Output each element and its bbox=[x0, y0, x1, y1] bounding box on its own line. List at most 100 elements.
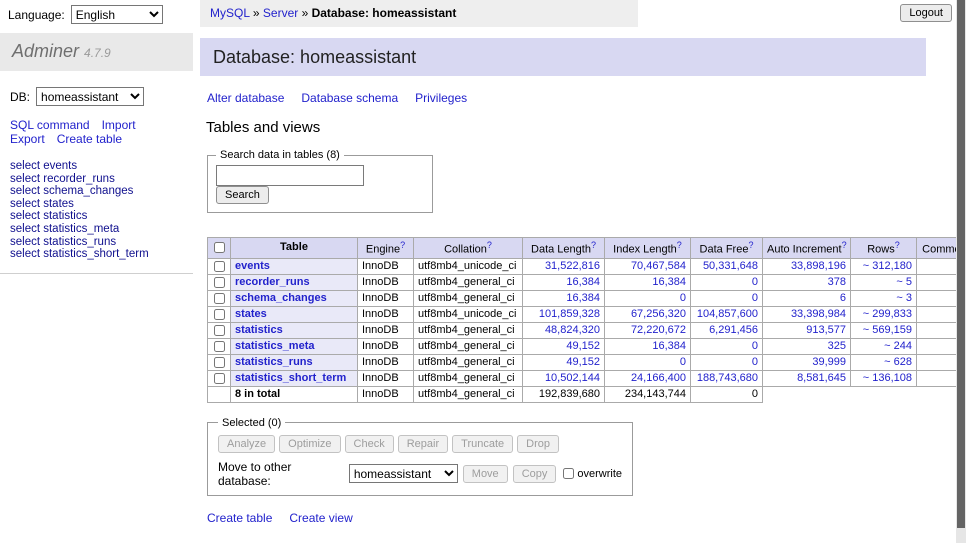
sidebar-link-select-schema-changes[interactable]: select schema_changes bbox=[10, 185, 193, 198]
row-checkbox-states[interactable] bbox=[214, 309, 225, 320]
index-length-link[interactable]: 67,256,320 bbox=[631, 308, 686, 320]
data-length-link[interactable]: 49,152 bbox=[566, 356, 600, 368]
data-length-link[interactable]: 31,522,816 bbox=[545, 260, 600, 272]
move-button[interactable]: Move bbox=[463, 465, 508, 483]
data-free-link[interactable]: 104,857,600 bbox=[697, 308, 758, 320]
optimize-button[interactable]: Optimize bbox=[279, 435, 340, 453]
row-checkbox-schema-changes[interactable] bbox=[214, 293, 225, 304]
data-length-link[interactable]: 16,384 bbox=[566, 276, 600, 288]
move-db-select[interactable]: homeassistant bbox=[349, 464, 458, 483]
table-name-link-recorder-runs[interactable]: recorder_runs bbox=[235, 276, 310, 288]
search-button[interactable]: Search bbox=[216, 186, 269, 204]
sidebar-link-select-statistics-short-term[interactable]: select statistics_short_term bbox=[10, 248, 193, 261]
scrollbar[interactable] bbox=[956, 0, 966, 543]
rows-link[interactable]: ~ 3 bbox=[896, 292, 912, 304]
auto-increment-link[interactable]: 8,581,645 bbox=[797, 372, 846, 384]
row-checkbox-recorder-runs[interactable] bbox=[214, 277, 225, 288]
row-checkbox-statistics-short-term[interactable] bbox=[214, 373, 225, 384]
data-free-link[interactable]: 0 bbox=[752, 276, 758, 288]
select-all-checkbox[interactable] bbox=[214, 242, 225, 253]
column-help-link[interactable]: ? bbox=[400, 240, 405, 250]
sidebar-link-select-events[interactable]: select events bbox=[10, 160, 193, 173]
copy-button[interactable]: Copy bbox=[513, 465, 557, 483]
sidebar-action-sql-command[interactable]: SQL command bbox=[10, 118, 90, 132]
column-help-link[interactable]: ? bbox=[487, 240, 492, 250]
breadcrumb-link-server[interactable]: Server bbox=[263, 6, 298, 20]
overwrite-label[interactable]: overwrite bbox=[563, 468, 622, 480]
db-action-database-schema[interactable]: Database schema bbox=[301, 91, 398, 105]
data-free-link[interactable]: 0 bbox=[752, 340, 758, 352]
language-select[interactable]: English bbox=[71, 5, 163, 24]
rows-link[interactable]: ~ 299,833 bbox=[863, 308, 912, 320]
index-length-link[interactable]: 16,384 bbox=[652, 276, 686, 288]
rows-link[interactable]: ~ 628 bbox=[884, 356, 912, 368]
auto-increment-link[interactable]: 325 bbox=[828, 340, 846, 352]
db-select[interactable]: homeassistant bbox=[36, 87, 144, 106]
column-help-link[interactable]: ? bbox=[895, 240, 900, 250]
rows-link[interactable]: ~ 312,180 bbox=[863, 260, 912, 272]
data-free-link[interactable]: 50,331,648 bbox=[703, 260, 758, 272]
logout-button[interactable]: Logout bbox=[900, 4, 952, 22]
auto-increment-link[interactable]: 6 bbox=[840, 292, 846, 304]
sidebar-link-select-recorder-runs[interactable]: select recorder_runs bbox=[10, 173, 193, 186]
search-input[interactable] bbox=[216, 165, 364, 186]
data-free-link[interactable]: 0 bbox=[752, 292, 758, 304]
rows-link[interactable]: ~ 136,108 bbox=[863, 372, 912, 384]
overwrite-checkbox[interactable] bbox=[563, 468, 574, 479]
index-length-link[interactable]: 72,220,672 bbox=[631, 324, 686, 336]
data-free-link[interactable]: 0 bbox=[752, 356, 758, 368]
sidebar-link-select-statistics[interactable]: select statistics bbox=[10, 210, 193, 223]
data-length-link[interactable]: 16,384 bbox=[566, 292, 600, 304]
table-name-link-states[interactable]: states bbox=[235, 308, 267, 320]
index-length-link[interactable]: 0 bbox=[680, 356, 686, 368]
table-name-link-events[interactable]: events bbox=[235, 260, 270, 272]
row-checkbox-events[interactable] bbox=[214, 261, 225, 272]
data-free-link[interactable]: 6,291,456 bbox=[709, 324, 758, 336]
truncate-button[interactable]: Truncate bbox=[452, 435, 513, 453]
index-length-link[interactable]: 16,384 bbox=[652, 340, 686, 352]
column-help-link[interactable]: ? bbox=[591, 240, 596, 250]
data-length-link[interactable]: 101,859,328 bbox=[539, 308, 600, 320]
row-checkbox-statistics-meta[interactable] bbox=[214, 341, 225, 352]
table-name-link-schema-changes[interactable]: schema_changes bbox=[235, 292, 327, 304]
column-help-link[interactable]: ? bbox=[748, 240, 753, 250]
data-length-link[interactable]: 48,824,320 bbox=[545, 324, 600, 336]
table-name-link-statistics[interactable]: statistics bbox=[235, 324, 283, 336]
rows-link[interactable]: ~ 244 bbox=[884, 340, 912, 352]
column-help-link[interactable]: ? bbox=[842, 240, 847, 250]
create-create-table[interactable]: Create table bbox=[207, 511, 272, 525]
column-help-link[interactable]: ? bbox=[677, 240, 682, 250]
data-length-link[interactable]: 49,152 bbox=[566, 340, 600, 352]
index-length-link[interactable]: 24,166,400 bbox=[631, 372, 686, 384]
index-length-link[interactable]: 70,467,584 bbox=[631, 260, 686, 272]
sidebar-action-export[interactable]: Export bbox=[10, 132, 45, 146]
auto-increment-link[interactable]: 378 bbox=[828, 276, 846, 288]
create-create-view[interactable]: Create view bbox=[289, 511, 352, 525]
row-checkbox-statistics[interactable] bbox=[214, 325, 225, 336]
data-length-link[interactable]: 10,502,144 bbox=[545, 372, 600, 384]
analyze-button[interactable]: Analyze bbox=[218, 435, 275, 453]
sidebar-link-select-statistics-meta[interactable]: select statistics_meta bbox=[10, 223, 193, 236]
rows-link[interactable]: ~ 569,159 bbox=[863, 324, 912, 336]
check-button[interactable]: Check bbox=[345, 435, 394, 453]
sidebar-action-create-table[interactable]: Create table bbox=[57, 132, 122, 146]
breadcrumb-link-mysql[interactable]: MySQL bbox=[210, 6, 250, 20]
auto-increment-link[interactable]: 39,999 bbox=[812, 356, 846, 368]
db-action-privileges[interactable]: Privileges bbox=[415, 91, 467, 105]
table-name-link-statistics-meta[interactable]: statistics_meta bbox=[235, 340, 315, 352]
data-free-link[interactable]: 188,743,680 bbox=[697, 372, 758, 384]
scrollbar-thumb[interactable] bbox=[957, 0, 965, 528]
auto-increment-link[interactable]: 33,898,196 bbox=[791, 260, 846, 272]
sidebar-link-select-statistics-runs[interactable]: select statistics_runs bbox=[10, 236, 193, 249]
index-length-link[interactable]: 0 bbox=[680, 292, 686, 304]
table-name-link-statistics-short-term[interactable]: statistics_short_term bbox=[235, 372, 346, 384]
repair-button[interactable]: Repair bbox=[398, 435, 448, 453]
auto-increment-link[interactable]: 913,577 bbox=[806, 324, 846, 336]
row-checkbox-statistics-runs[interactable] bbox=[214, 357, 225, 368]
sidebar-link-select-states[interactable]: select states bbox=[10, 198, 193, 211]
drop-button[interactable]: Drop bbox=[517, 435, 559, 453]
db-action-alter-database[interactable]: Alter database bbox=[207, 91, 284, 105]
table-name-link-statistics-runs[interactable]: statistics_runs bbox=[235, 356, 313, 368]
auto-increment-link[interactable]: 33,398,984 bbox=[791, 308, 846, 320]
rows-link[interactable]: ~ 5 bbox=[896, 276, 912, 288]
